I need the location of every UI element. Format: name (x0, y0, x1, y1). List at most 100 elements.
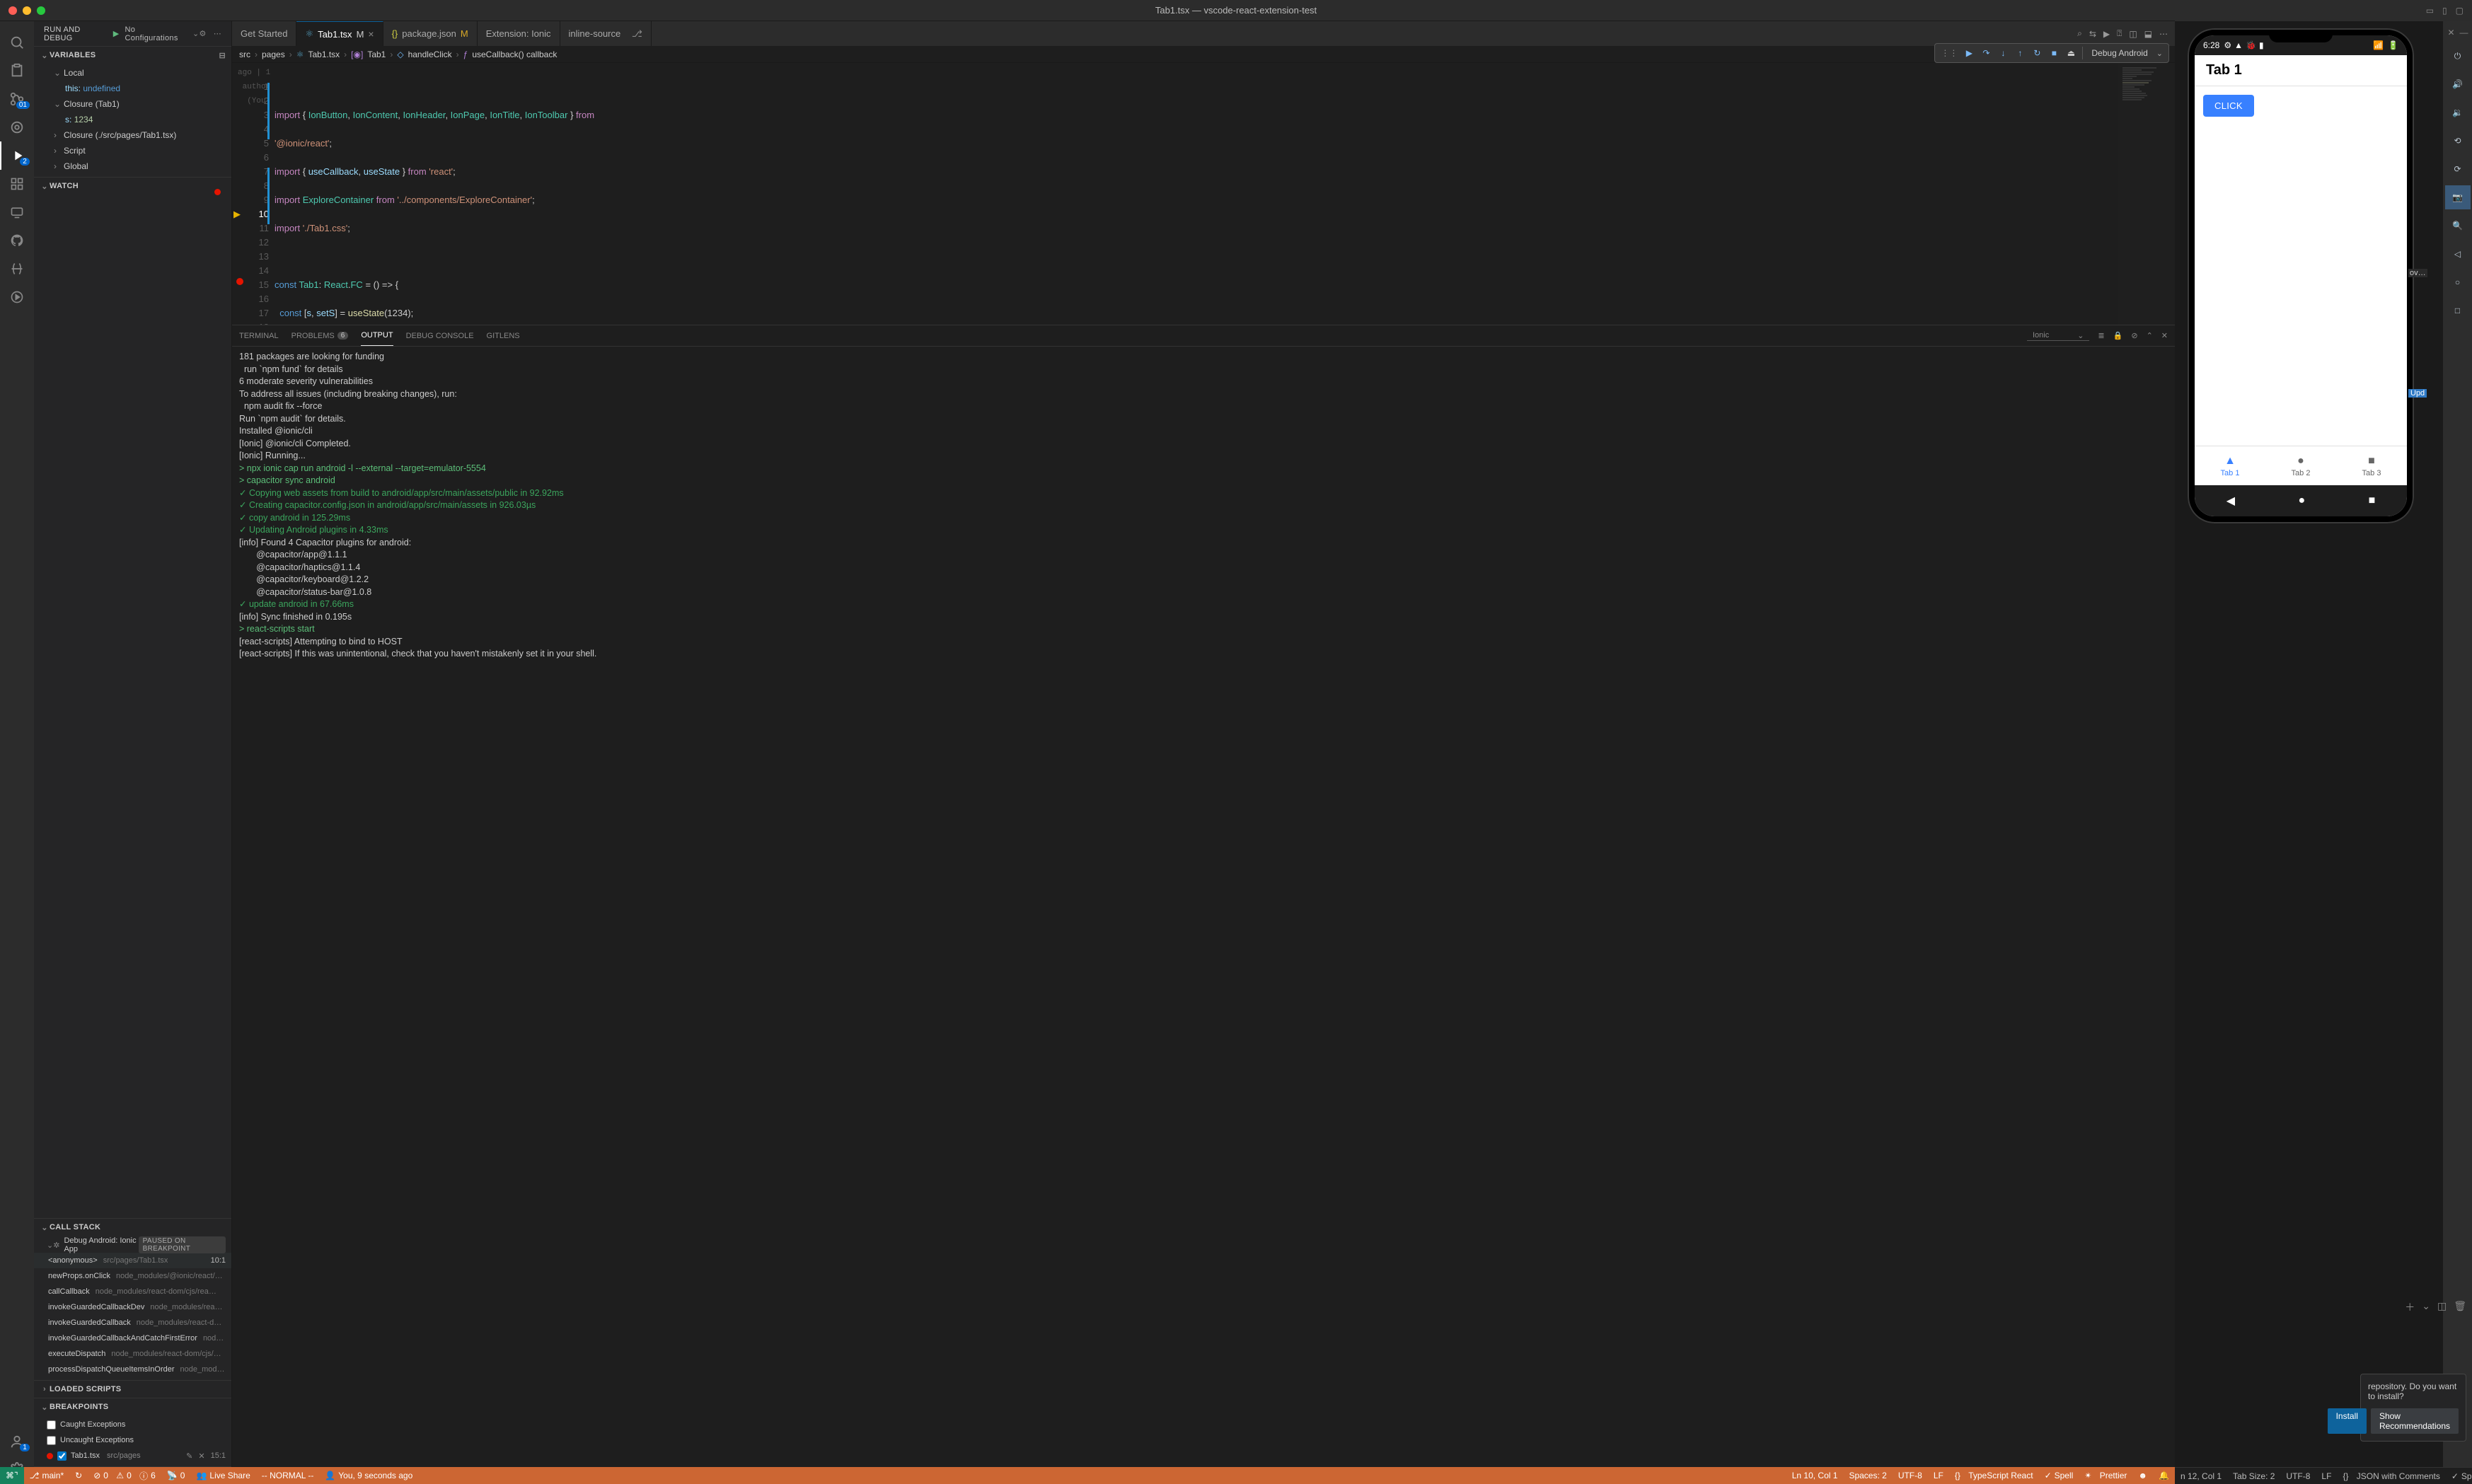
spell-cell[interactable]: ✓Spell (2446, 1468, 2472, 1484)
camera-icon[interactable]: 📷 (2445, 185, 2471, 209)
tab-inline-source[interactable]: inline-source ⎇ (560, 21, 652, 46)
volume-up-icon[interactable]: 🔊 (2445, 72, 2471, 96)
stack-frame[interactable]: invokeGuardedCallbackDevnode_modules/rea… (34, 1299, 231, 1315)
language-cell[interactable]: {} TypeScript React (1949, 1467, 2039, 1484)
cursor-position[interactable]: Ln 10, Col 1 (1786, 1467, 1844, 1484)
stack-frame[interactable]: <anonymous>src/pages/Tab1.tsx10:1 (34, 1253, 231, 1268)
chevron-down-icon[interactable]: ⌄ (192, 29, 200, 38)
remote-indicator[interactable]: ⌘⌝ (0, 1467, 24, 1484)
install-button[interactable]: Install (2328, 1408, 2367, 1434)
remote-icon[interactable] (0, 198, 34, 226)
ion-tab-1[interactable]: ▲Tab 1 (2195, 446, 2265, 485)
step-over-icon[interactable]: ↷ (1980, 47, 1992, 59)
extensions-icon[interactable] (0, 170, 34, 198)
overview-icon[interactable]: □ (2445, 298, 2471, 323)
minimize-icon[interactable]: — (2460, 28, 2468, 37)
variables-header[interactable]: ⌄ VARIABLES ⊟ (34, 47, 231, 64)
power-icon[interactable]: ⏻ (2445, 44, 2471, 68)
tab-problems[interactable]: PROBLEMS6 (291, 325, 349, 346)
home-icon[interactable]: ● (2298, 494, 2305, 507)
scope-closure-tab1[interactable]: ⌄Closure (Tab1) (34, 96, 231, 112)
lock-icon[interactable]: 🔒 (2113, 331, 2123, 340)
tab-terminal[interactable]: TERMINAL (239, 325, 279, 346)
close-icon[interactable]: ✕ (198, 1451, 204, 1461)
debug-thread[interactable]: ⌄ ✲ Debug Android: Ionic App PAUSED ON B… (34, 1237, 231, 1253)
branch-cell[interactable]: ⎇main* (24, 1467, 70, 1484)
stack-frame[interactable]: newProps.onClicknode_modules/@ionic/reac… (34, 1268, 231, 1284)
rotate-right-icon[interactable]: ⟳ (2445, 157, 2471, 181)
tab-gitlens[interactable]: GITLENS (487, 325, 520, 346)
add-icon[interactable]: ＋ (2405, 1300, 2415, 1314)
tab-output[interactable]: OUTPUT (361, 325, 393, 346)
tab-tab1[interactable]: ⚛ Tab1.tsx M × (296, 21, 383, 46)
indentation-cell[interactable]: Tab Size: 2 (2227, 1468, 2280, 1484)
list-icon[interactable]: ≣ (2098, 331, 2104, 340)
continue-icon[interactable]: ▶ (1963, 47, 1975, 59)
spell-cell[interactable]: ✓Spell (2039, 1467, 2079, 1484)
trash-icon[interactable]: 🗑 (2454, 1300, 2466, 1314)
layout-icon[interactable]: ▯ (2442, 6, 2447, 16)
scope-global[interactable]: ›Global (34, 158, 231, 174)
disconnect-icon[interactable]: ⏏ (2065, 47, 2077, 59)
eol-cell[interactable]: LF (2316, 1468, 2337, 1484)
cursor-position[interactable]: n 12, Col 1 (2175, 1468, 2227, 1484)
run-config-selector[interactable]: RUN AND DEBUG ▶ No Configurations ⌄ (44, 25, 200, 42)
chevron-down-icon[interactable]: ⌄ (2156, 49, 2163, 58)
zoom-icon[interactable]: 🔍 (2445, 214, 2471, 238)
stack-frame[interactable]: processDispatchQueueItemsInOrdernode_mod… (34, 1362, 231, 1377)
tab-debug-console[interactable]: DEBUG CONSOLE (406, 325, 474, 346)
stack-frame[interactable]: callCallbacknode_modules/react-dom/cjs/r… (34, 1284, 231, 1299)
breakpoint-dot-icon[interactable] (236, 278, 243, 285)
output-channel-selector[interactable]: Ionic⌄ (2027, 331, 2089, 341)
ionic-icon[interactable] (0, 255, 34, 283)
code-content[interactable]: import { IonButton, IonContent, IonHeade… (275, 63, 2175, 325)
split-h-icon[interactable]: ◫ (2129, 29, 2137, 39)
scope-local[interactable]: ⌄Local (34, 65, 231, 81)
scm-icon[interactable]: 01 (0, 85, 34, 113)
ports-cell[interactable]: 📡0 (161, 1467, 191, 1484)
prettier-cell[interactable]: ✴ Prettier (2079, 1467, 2132, 1484)
collapse-icon[interactable]: ⊟ (219, 51, 226, 60)
encoding-cell[interactable]: UTF-8 (1893, 1467, 1928, 1484)
share-icon[interactable]: ⍰ (2117, 28, 2122, 39)
breadcrumbs[interactable]: src› pages› ⚛ Tab1.tsx› [◉] Tab1› ◇ hand… (232, 46, 2175, 63)
breakpoint-checkbox[interactable] (57, 1451, 67, 1461)
encoding-cell[interactable]: UTF-8 (2280, 1468, 2316, 1484)
stop-icon[interactable]: ■ (2048, 47, 2060, 59)
debug-config-name[interactable]: Debug Android (2089, 48, 2150, 58)
close-icon[interactable]: ✕ (2161, 331, 2168, 340)
caught-exceptions-checkbox[interactable] (47, 1420, 56, 1430)
maximize-window[interactable] (37, 6, 45, 15)
liveshare-cell[interactable]: 👥Live Share (190, 1467, 255, 1484)
step-into-icon[interactable]: ↓ (1997, 47, 2009, 59)
select-icon[interactable]: ⌕ (2077, 28, 2082, 39)
emulator-screen[interactable]: 6:28 ⚙ ▲ 🐞 ▮ 📶🔋 Tab 1 CLICK ▲Tab 1 ●Tab … (2195, 35, 2407, 516)
uncaught-exceptions-checkbox[interactable] (47, 1436, 56, 1445)
output-terminal[interactable]: 181 packages are looking for funding run… (232, 347, 2175, 1467)
minimap[interactable] (2118, 63, 2175, 325)
back-icon[interactable]: ◀ (2226, 494, 2235, 508)
feedback-cell[interactable]: ☻ (2132, 1467, 2153, 1484)
search-icon[interactable] (0, 28, 34, 57)
run-debug-icon[interactable]: 2 (0, 141, 34, 170)
show-recommendations-button[interactable]: Show Recommendations (2371, 1408, 2459, 1434)
tab-extension-ionic[interactable]: Extension: Ionic (478, 21, 560, 46)
edit-icon[interactable]: ✎ (186, 1451, 192, 1461)
breakpoint-item[interactable]: Tab1.tsx src/pages ✎ ✕ 15:1 (34, 1448, 231, 1463)
layout-icon[interactable]: ▢ (2456, 6, 2464, 16)
more-icon[interactable]: ⋯ (214, 29, 221, 38)
maximize-icon[interactable]: ⌃ (2147, 331, 2153, 340)
stack-frame[interactable]: executeDispatchnode_modules/react-dom/cj… (34, 1346, 231, 1362)
close-icon[interactable]: ✕ (2447, 28, 2456, 37)
ion-tab-3[interactable]: ■Tab 3 (2336, 446, 2407, 485)
watch-header[interactable]: ⌄ WATCH (34, 178, 231, 195)
code-editor[interactable]: You, 10 seconds ago | 1 author (You) 123… (232, 63, 2175, 325)
indentation-cell[interactable]: Spaces: 2 (1843, 1467, 1892, 1484)
caught-exceptions[interactable]: Caught Exceptions (34, 1417, 231, 1432)
drag-handle-icon[interactable]: ⋮⋮ (1941, 48, 1958, 58)
clear-icon[interactable]: ⊘ (2131, 331, 2137, 340)
chevron-down-icon[interactable]: ⌄ (2422, 1300, 2430, 1314)
breakpoints-header[interactable]: ⌄BREAKPOINTS (34, 1398, 231, 1415)
github-icon[interactable] (0, 226, 34, 255)
more-icon[interactable]: ⋯ (2159, 29, 2168, 39)
